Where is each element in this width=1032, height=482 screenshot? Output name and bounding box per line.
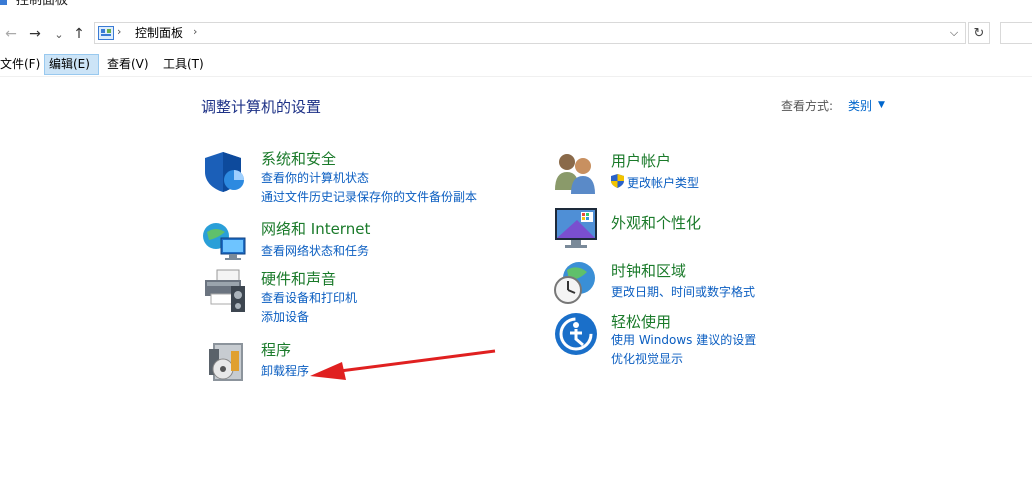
link-windows-recommended-settings[interactable]: 使用 Windows 建议的设置 (611, 331, 756, 348)
link-change-account-type[interactable]: 更改帐户类型 (627, 174, 699, 191)
up-button[interactable]: ↑ (70, 24, 88, 44)
page-title: 调整计算机的设置 (201, 98, 322, 116)
uac-shield-icon (611, 174, 624, 188)
category-title[interactable]: 系统和安全 (261, 148, 336, 169)
link-network-status[interactable]: 查看网络状态和任务 (261, 242, 369, 259)
link-change-date-time[interactable]: 更改日期、时间或数字格式 (611, 283, 755, 300)
link-devices-printers[interactable]: 查看设备和打印机 (261, 289, 357, 306)
link-file-history[interactable]: 通过文件历史记录保存你的文件备份副本 (261, 188, 477, 205)
shield-icon[interactable] (201, 148, 247, 194)
forward-button[interactable]: → (26, 24, 44, 44)
chevron-down-icon[interactable]: ▼ (878, 97, 885, 113)
monitor-icon[interactable] (553, 204, 599, 250)
breadcrumb-separator-icon[interactable]: › (193, 25, 197, 38)
annotation-arrow-icon (310, 349, 496, 380)
category-title[interactable]: 网络和 Internet (261, 218, 370, 239)
category-title[interactable]: 用户帐户 (611, 150, 671, 171)
back-button[interactable]: ← (2, 24, 20, 44)
window-title: 控制面板 (16, 0, 69, 8)
link-optimize-visual-display[interactable]: 优化视觉显示 (611, 350, 683, 367)
link-view-computer-status[interactable]: 查看你的计算机状态 (261, 169, 369, 186)
breadcrumb-separator-icon[interactable]: › (117, 25, 121, 38)
menu-view[interactable]: 查看(V) (103, 54, 153, 75)
printer-icon[interactable] (201, 268, 247, 314)
address-bar[interactable]: › 控制面板 › ⌵ (94, 22, 966, 44)
view-by-label: 查看方式: (781, 99, 834, 113)
programs-icon[interactable] (201, 339, 247, 385)
category-title[interactable]: 时钟和区域 (611, 260, 686, 281)
users-icon[interactable] (553, 150, 599, 196)
refresh-button[interactable]: ↻ (968, 22, 990, 44)
menu-tools[interactable]: 工具(T) (159, 54, 208, 75)
link-add-device[interactable]: 添加设备 (261, 308, 309, 325)
menu-edit[interactable]: 编辑(E) (44, 54, 99, 75)
search-input[interactable] (1000, 22, 1032, 44)
category-title[interactable]: 轻松使用 (611, 311, 671, 332)
category-title[interactable]: 外观和个性化 (611, 212, 701, 233)
breadcrumb-control-panel[interactable]: 控制面板 (135, 25, 183, 41)
accessibility-icon[interactable] (553, 311, 599, 357)
control-panel-icon (98, 26, 114, 40)
menu-bar: 文件(F) 编辑(E) 查看(V) 工具(T) (0, 54, 1032, 77)
network-icon[interactable] (201, 218, 247, 264)
control-panel-icon (0, 0, 7, 5)
clock-globe-icon[interactable] (553, 260, 599, 306)
recent-locations-button[interactable]: ⌄ (50, 24, 68, 44)
navigation-bar: ← → ⌄ ↑ › 控制面板 › ⌵ ↻ (0, 20, 1032, 48)
category-title[interactable]: 程序 (261, 339, 291, 360)
menu-file[interactable]: 文件(F) (0, 54, 44, 75)
view-by-dropdown[interactable]: 类别 (848, 97, 872, 114)
title-bar: 控制面板 (0, 0, 1032, 12)
chevron-down-icon[interactable]: ⌵ (947, 26, 961, 40)
category-title[interactable]: 硬件和声音 (261, 268, 336, 289)
